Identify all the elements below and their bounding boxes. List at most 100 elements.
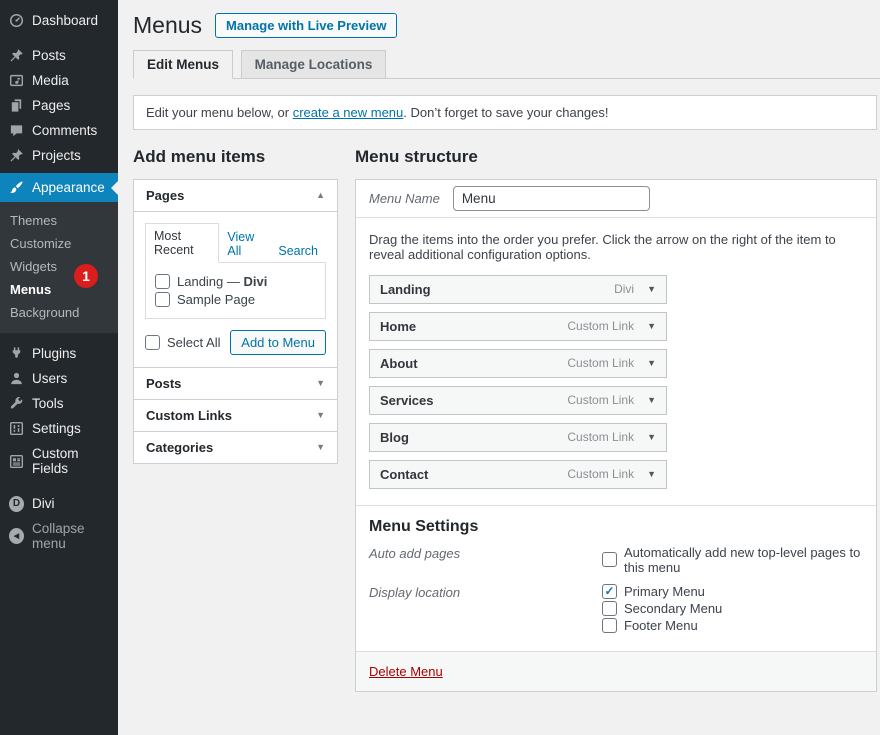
- tab-search[interactable]: Search: [270, 239, 326, 263]
- accordion-pages-title: Pages: [146, 188, 184, 203]
- add-to-menu-button[interactable]: Add to Menu: [230, 330, 326, 355]
- checkbox-auto-add-pages[interactable]: [602, 552, 617, 567]
- accordion-posts-header[interactable]: Posts ▼: [134, 367, 337, 399]
- menu-item-about[interactable]: About Custom Link ▼: [369, 349, 667, 378]
- settings-icon: [9, 421, 24, 436]
- accordion-categories-header[interactable]: Categories ▼: [134, 431, 337, 463]
- drag-hint-text: Drag the items into the order you prefer…: [356, 218, 876, 275]
- accordion-custom-links-header[interactable]: Custom Links ▼: [134, 399, 337, 431]
- page-header: Menus Manage with Live Preview: [133, 0, 880, 40]
- sidebar-item-label: Media: [32, 73, 69, 88]
- pushpin-icon: [9, 48, 24, 63]
- divi-letter: D: [9, 496, 24, 512]
- location-footer-row: Footer Menu: [602, 618, 722, 633]
- chevron-down-icon[interactable]: ▼: [647, 432, 656, 442]
- menu-item-contact[interactable]: Contact Custom Link ▼: [369, 460, 667, 489]
- sidebar-item-custom-fields[interactable]: Custom Fields: [0, 441, 118, 481]
- menu-item-label: Home: [380, 319, 567, 334]
- tab-edit-menus[interactable]: Edit Menus: [133, 50, 233, 79]
- chevron-down-icon[interactable]: ▼: [647, 358, 656, 368]
- menu-item-landing[interactable]: Landing Divi ▼: [369, 275, 667, 304]
- checkbox-primary-menu[interactable]: [602, 584, 617, 599]
- chevron-down-icon[interactable]: ▼: [647, 321, 656, 331]
- settings-divider: [356, 505, 876, 506]
- submenu-item-menus[interactable]: Menus: [0, 278, 118, 301]
- menu-item-label: Blog: [380, 430, 567, 445]
- menu-name-input[interactable]: [453, 186, 650, 211]
- sidebar-item-comments[interactable]: Comments: [0, 118, 118, 143]
- checkbox-footer-menu[interactable]: [602, 618, 617, 633]
- user-icon: [9, 371, 24, 386]
- add-menu-items-heading: Add menu items: [133, 147, 338, 167]
- checkbox-select-all[interactable]: [145, 335, 160, 350]
- checkbox-secondary-menu[interactable]: [602, 601, 617, 616]
- sidebar-item-dashboard[interactable]: Dashboard: [0, 8, 118, 33]
- main-content: Menus Manage with Live Preview Edit Menu…: [118, 0, 880, 735]
- sidebar-item-divi[interactable]: D Divi: [0, 491, 118, 516]
- menu-items-list: Landing Divi ▼ Home Custom Link ▼ About …: [356, 275, 876, 489]
- submenu-item-customize[interactable]: Customize: [0, 232, 118, 255]
- checkbox-sample-page[interactable]: [155, 292, 170, 307]
- chevron-down-icon[interactable]: ▼: [647, 284, 656, 294]
- menu-item-label: Landing: [380, 282, 614, 297]
- sidebar-item-tools[interactable]: Tools: [0, 391, 118, 416]
- sidebar-item-label: Collapse menu: [32, 521, 112, 551]
- tab-view-all[interactable]: View All: [219, 225, 270, 263]
- menu-item-label: Contact: [380, 467, 567, 482]
- sidebar-item-label: Divi: [32, 496, 55, 511]
- tab-manage-locations[interactable]: Manage Locations: [241, 50, 387, 79]
- display-location-label: Display location: [369, 584, 602, 635]
- menu-item-type: Custom Link: [567, 356, 634, 370]
- sidebar-item-settings[interactable]: Settings: [0, 416, 118, 441]
- menu-item-type: Custom Link: [567, 430, 634, 444]
- admin-sidebar: Dashboard Posts Media Pages Comments Pro…: [0, 0, 118, 735]
- sidebar-item-collapse-menu[interactable]: ◀ Collapse menu: [0, 516, 118, 556]
- accordion-pages-header[interactable]: Pages ▲: [134, 180, 337, 211]
- sidebar-item-projects[interactable]: Projects: [0, 143, 118, 168]
- sidebar-item-pages[interactable]: Pages: [0, 93, 118, 118]
- select-all-label: Select All: [167, 335, 220, 350]
- submenu-item-widgets[interactable]: Widgets: [0, 255, 118, 278]
- sidebar-item-label: Pages: [32, 98, 70, 113]
- chevron-down-icon[interactable]: ▼: [647, 395, 656, 405]
- sidebar-item-posts[interactable]: Posts: [0, 43, 118, 68]
- chevron-up-icon[interactable]: ▲: [316, 190, 325, 200]
- checkbox-landing[interactable]: [155, 274, 170, 289]
- submenu-item-background[interactable]: Background: [0, 301, 118, 324]
- tab-most-recent[interactable]: Most Recent: [145, 223, 219, 263]
- chevron-down-icon[interactable]: ▼: [316, 442, 325, 452]
- accordion-custom-links-title: Custom Links: [146, 408, 232, 423]
- notice-text-before: Edit your menu below, or: [146, 105, 293, 120]
- submenu-item-themes[interactable]: Themes: [0, 209, 118, 232]
- menu-name-label: Menu Name: [369, 191, 440, 206]
- auto-add-option-label: Automatically add new top-level pages to…: [624, 545, 863, 575]
- manage-live-preview-button[interactable]: Manage with Live Preview: [215, 13, 397, 38]
- dashboard-icon: [9, 13, 24, 28]
- sidebar-item-appearance[interactable]: Appearance: [0, 173, 118, 202]
- location-label: Secondary Menu: [624, 601, 722, 616]
- menu-item-type: Custom Link: [567, 393, 634, 407]
- location-secondary-row: Secondary Menu: [602, 601, 722, 616]
- pages-icon: [9, 98, 24, 113]
- add-menu-items-column: Add menu items Pages ▲ Most Recent View …: [133, 130, 338, 692]
- sidebar-item-label: Projects: [32, 148, 81, 163]
- location-label: Primary Menu: [624, 584, 705, 599]
- pages-panel-footer: Select All Add to Menu: [145, 330, 326, 355]
- sidebar-item-plugins[interactable]: Plugins: [0, 341, 118, 366]
- wrench-icon: [9, 396, 24, 411]
- sidebar-item-label: Settings: [32, 421, 81, 436]
- create-new-menu-link[interactable]: create a new menu: [293, 105, 404, 120]
- pages-filter-tabs: Most Recent View All Search: [145, 223, 326, 263]
- chevron-down-icon[interactable]: ▼: [316, 378, 325, 388]
- menu-structure-heading: Menu structure: [355, 147, 877, 167]
- menu-item-services[interactable]: Services Custom Link ▼: [369, 386, 667, 415]
- paintbrush-icon: [9, 180, 24, 195]
- delete-menu-link[interactable]: Delete Menu: [369, 664, 443, 679]
- chevron-down-icon[interactable]: ▼: [647, 469, 656, 479]
- sidebar-item-media[interactable]: Media: [0, 68, 118, 93]
- menu-settings-section: Menu Settings Auto add pages Automatical…: [356, 518, 876, 635]
- menu-item-blog[interactable]: Blog Custom Link ▼: [369, 423, 667, 452]
- menu-item-home[interactable]: Home Custom Link ▼: [369, 312, 667, 341]
- chevron-down-icon[interactable]: ▼: [316, 410, 325, 420]
- sidebar-item-users[interactable]: Users: [0, 366, 118, 391]
